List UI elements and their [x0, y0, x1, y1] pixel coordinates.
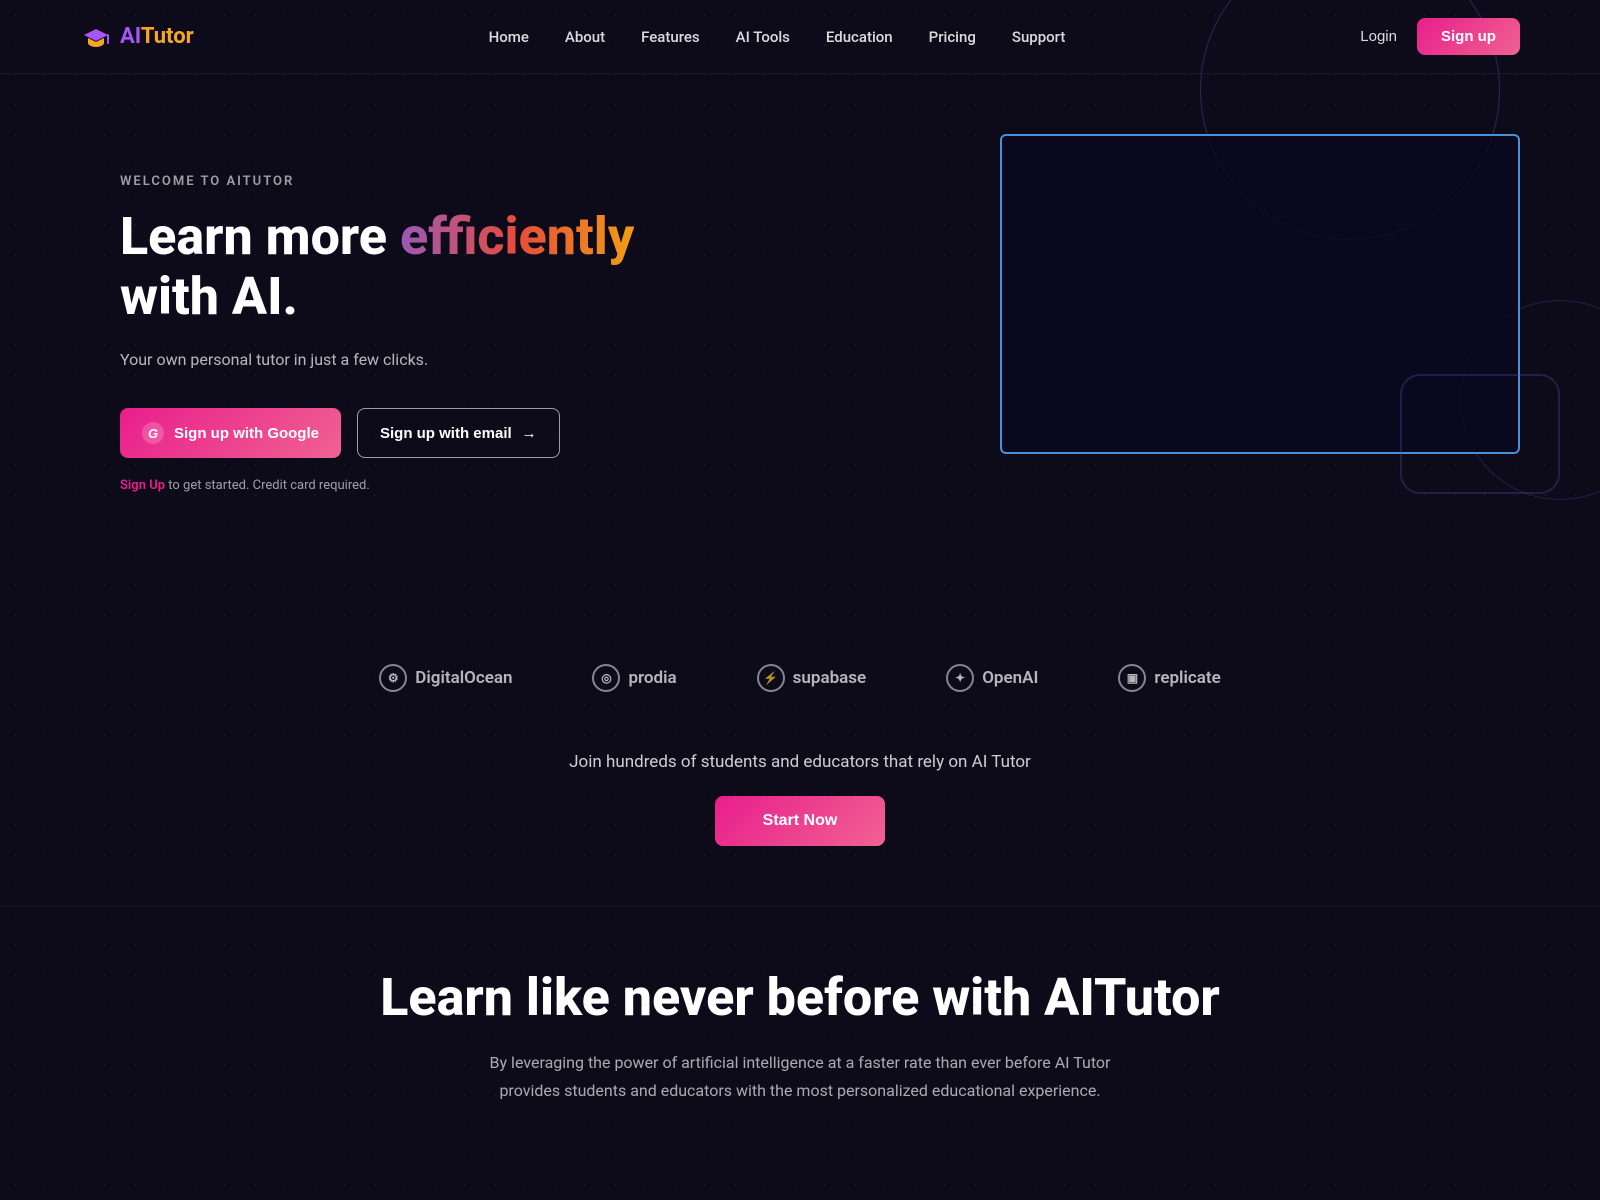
hero-note: Sign Up to get started. Credit card requ…: [120, 478, 700, 493]
signup-google-button[interactable]: G Sign up with Google: [120, 408, 341, 458]
cta-section: Join hundreds of students and educators …: [0, 722, 1600, 906]
partner-digitalocean: ⚙ DigitalOcean: [379, 664, 512, 692]
hero-section: WELCOME TO AITUTOR Learn more efficientl…: [0, 74, 1600, 624]
partner-supabase: ⚡ supabase: [757, 664, 867, 692]
hero-media: [1000, 134, 1520, 454]
hero-description: Your own personal tutor in just a few cl…: [120, 347, 700, 373]
partners-section: ⚙ DigitalOcean ◎ prodia ⚡ supabase ✦ Ope…: [0, 624, 1600, 722]
learn-section: Learn like never before with AITutor By …: [0, 906, 1600, 1144]
hero-subtitle: WELCOME TO AITUTOR: [120, 174, 700, 189]
login-button[interactable]: Login: [1360, 28, 1397, 45]
learn-title: Learn like never before with AITutor: [80, 967, 1520, 1029]
partner-prodia: ◎ prodia: [592, 664, 676, 692]
learn-description: By leveraging the power of artificial in…: [460, 1049, 1140, 1103]
signup-email-button[interactable]: Sign up with email →: [357, 408, 560, 458]
cta-text: Join hundreds of students and educators …: [80, 752, 1520, 772]
hero-content: WELCOME TO AITUTOR Learn more efficientl…: [120, 154, 700, 493]
arrow-icon: →: [522, 425, 537, 442]
signup-note-link[interactable]: Sign Up: [120, 478, 165, 493]
logo-icon: [80, 21, 112, 53]
signup-button[interactable]: Sign up: [1417, 18, 1520, 55]
navbar: AITutor Home About Features AI Tools Edu…: [0, 0, 1600, 74]
openai-icon: ✦: [946, 664, 974, 692]
partner-openai: ✦ OpenAI: [946, 664, 1038, 692]
supabase-icon: ⚡: [757, 664, 785, 692]
hero-buttons: G Sign up with Google Sign up with email…: [120, 408, 700, 458]
nav-links: Home About Features AI Tools Education P…: [489, 27, 1066, 46]
hero-title: Learn more efficiently with AI.: [120, 207, 700, 327]
nav-about[interactable]: About: [565, 28, 605, 46]
logo[interactable]: AITutor: [80, 21, 194, 53]
nav-support[interactable]: Support: [1012, 28, 1065, 46]
digitalocean-icon: ⚙: [379, 664, 407, 692]
start-now-button[interactable]: Start Now: [715, 796, 886, 846]
prodia-icon: ◎: [592, 664, 620, 692]
nav-home[interactable]: Home: [489, 28, 529, 46]
nav-pricing[interactable]: Pricing: [929, 28, 976, 46]
nav-education[interactable]: Education: [826, 28, 893, 46]
logo-text: AITutor: [120, 24, 194, 49]
google-icon: G: [142, 422, 164, 444]
replicate-icon: ▣: [1118, 664, 1146, 692]
hero-video-box: [1000, 134, 1520, 454]
nav-ai-tools[interactable]: AI Tools: [736, 28, 790, 46]
partner-replicate: ▣ replicate: [1118, 664, 1220, 692]
nav-actions: Login Sign up: [1360, 18, 1520, 55]
nav-features[interactable]: Features: [641, 28, 699, 46]
